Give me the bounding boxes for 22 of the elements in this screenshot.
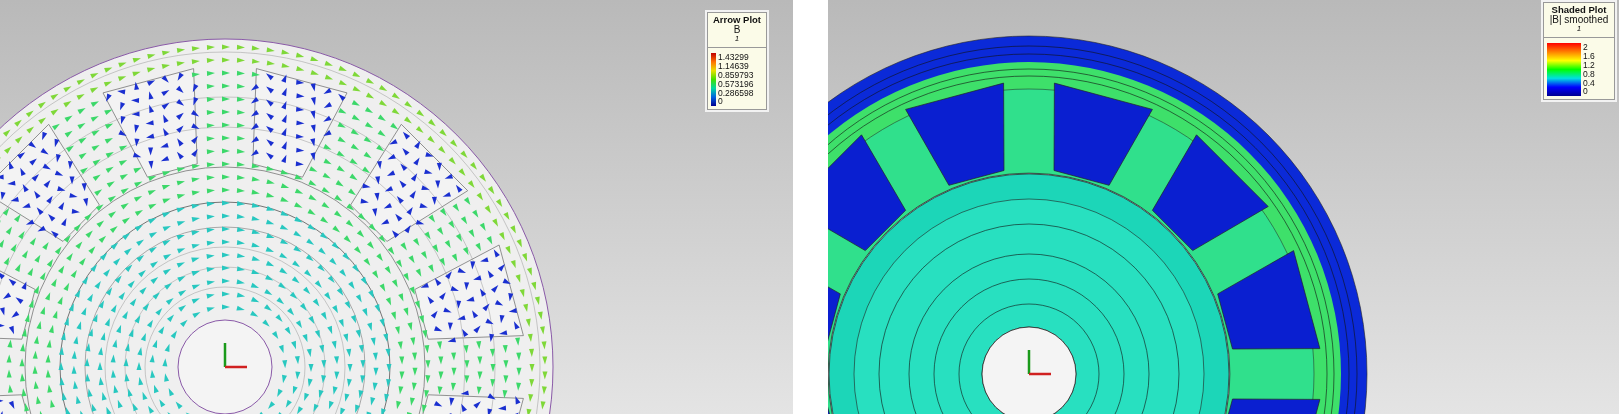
scale-value: 0.859793 <box>718 70 754 80</box>
legend-step: 1 <box>1576 25 1582 34</box>
legend-step: 1 <box>734 35 740 44</box>
scale-value: 1.6 <box>1583 51 1595 61</box>
color-scale-bar <box>1547 42 1581 97</box>
axis-triad-icon <box>223 343 247 369</box>
scale-value: 0 <box>718 97 724 107</box>
axis-triad-icon <box>1027 350 1051 376</box>
scale-value: 0 <box>1583 87 1589 97</box>
scale-value: 2 <box>1583 42 1589 52</box>
color-scale-bar <box>711 52 716 107</box>
scale-value: 1.43299 <box>718 52 750 62</box>
scale-value: 1.14639 <box>718 61 750 71</box>
scale-value: 0.573196 <box>718 79 754 89</box>
scale-value: 0.4 <box>1583 78 1595 88</box>
scale-value: 0.286598 <box>718 88 754 98</box>
legend-quantity: B <box>733 24 741 36</box>
scale-value: 0.8 <box>1583 69 1595 79</box>
legend-title: Shaded Plot <box>1551 5 1607 15</box>
legend-quantity: |B| smoothed <box>1549 14 1609 26</box>
legend-title: Arrow Plot <box>713 15 761 25</box>
scale-value: 1.2 <box>1583 60 1595 70</box>
